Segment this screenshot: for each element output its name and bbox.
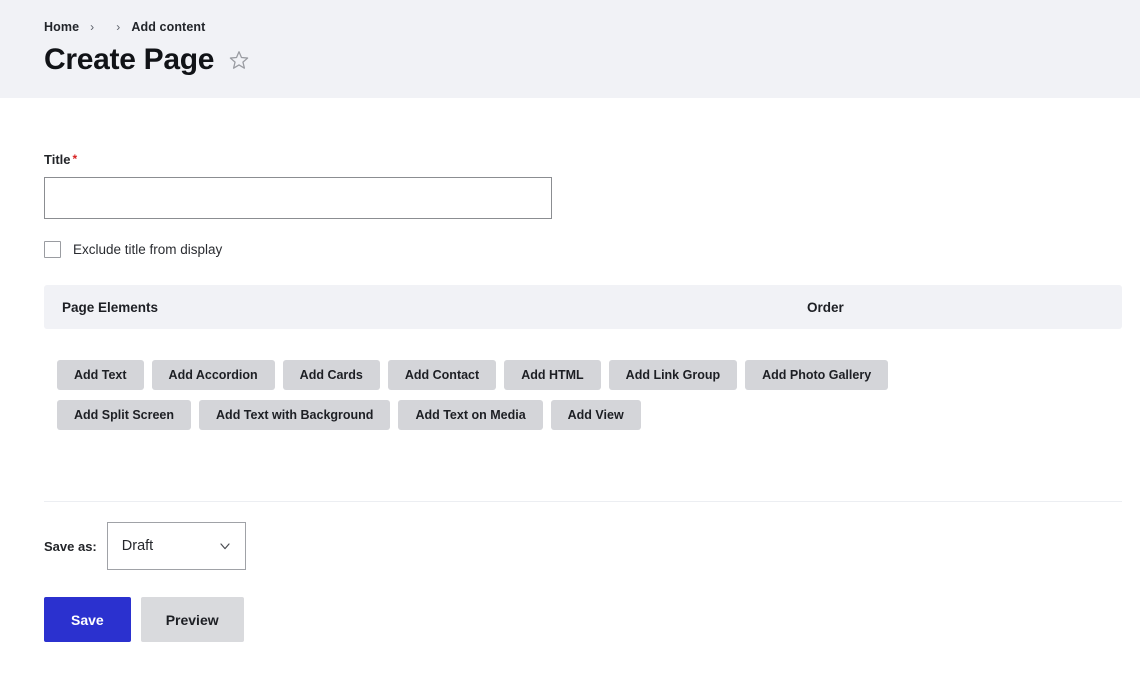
breadcrumb-separator-icon: › (116, 20, 121, 34)
form-body: Title * Exclude title from display Page E… (0, 153, 1140, 642)
breadcrumb: Home › › Add content (44, 18, 1140, 36)
page-header: Home › › Add content Create Page (0, 0, 1140, 98)
save-as-select-wrapper: Draft (106, 522, 246, 570)
title-input[interactable] (44, 177, 552, 219)
form-actions: Save Preview (44, 597, 1140, 642)
preview-button[interactable]: Preview (140, 597, 244, 642)
save-button[interactable]: Save (44, 597, 131, 642)
page-elements-table-header: Page Elements Order (44, 285, 1122, 329)
star-outline-icon[interactable] (227, 48, 251, 72)
breadcrumb-separator-icon: › (90, 20, 95, 34)
section-divider (44, 501, 1122, 502)
add-text-on-media-button[interactable]: Add Text on Media (398, 400, 543, 430)
add-contact-button[interactable]: Add Contact (387, 360, 497, 390)
exclude-title-label: Exclude title from display (73, 241, 223, 257)
add-split-screen-button[interactable]: Add Split Screen (57, 400, 192, 430)
save-as-label: Save as: (44, 538, 97, 554)
page-title: Create Page (44, 43, 215, 76)
add-link-group-button[interactable]: Add Link Group (608, 360, 738, 390)
save-as-row: Save as: Draft (44, 522, 1140, 570)
breadcrumb-item-home[interactable]: Home (44, 20, 79, 34)
add-cards-button[interactable]: Add Cards (282, 360, 380, 390)
add-view-button[interactable]: Add View (550, 400, 641, 430)
column-header-order: Order (807, 299, 844, 315)
column-header-page-elements: Page Elements (62, 299, 159, 315)
page-elements-table: Page Elements Order Add Text Add Accordi… (44, 285, 1122, 430)
add-element-buttons: Add Text Add Accordion Add Cards Add Con… (44, 360, 1007, 430)
title-label-text: Title (44, 152, 71, 167)
exclude-title-row: Exclude title from display (44, 241, 1140, 258)
exclude-title-checkbox[interactable] (44, 241, 61, 258)
required-marker: * (72, 152, 78, 166)
title-row: Create Page (44, 45, 1140, 75)
add-accordion-button[interactable]: Add Accordion (151, 360, 275, 390)
add-photo-gallery-button[interactable]: Add Photo Gallery (745, 360, 889, 390)
breadcrumb-item-add-content[interactable]: Add content (131, 20, 205, 34)
add-text-with-background-button[interactable]: Add Text with Background (199, 400, 391, 430)
add-text-button[interactable]: Add Text (57, 360, 144, 390)
add-html-button[interactable]: Add HTML (504, 360, 601, 390)
title-field-label: Title * (44, 153, 1140, 166)
save-as-selected-value: Draft (121, 538, 154, 554)
save-as-select[interactable]: Draft (106, 522, 246, 570)
